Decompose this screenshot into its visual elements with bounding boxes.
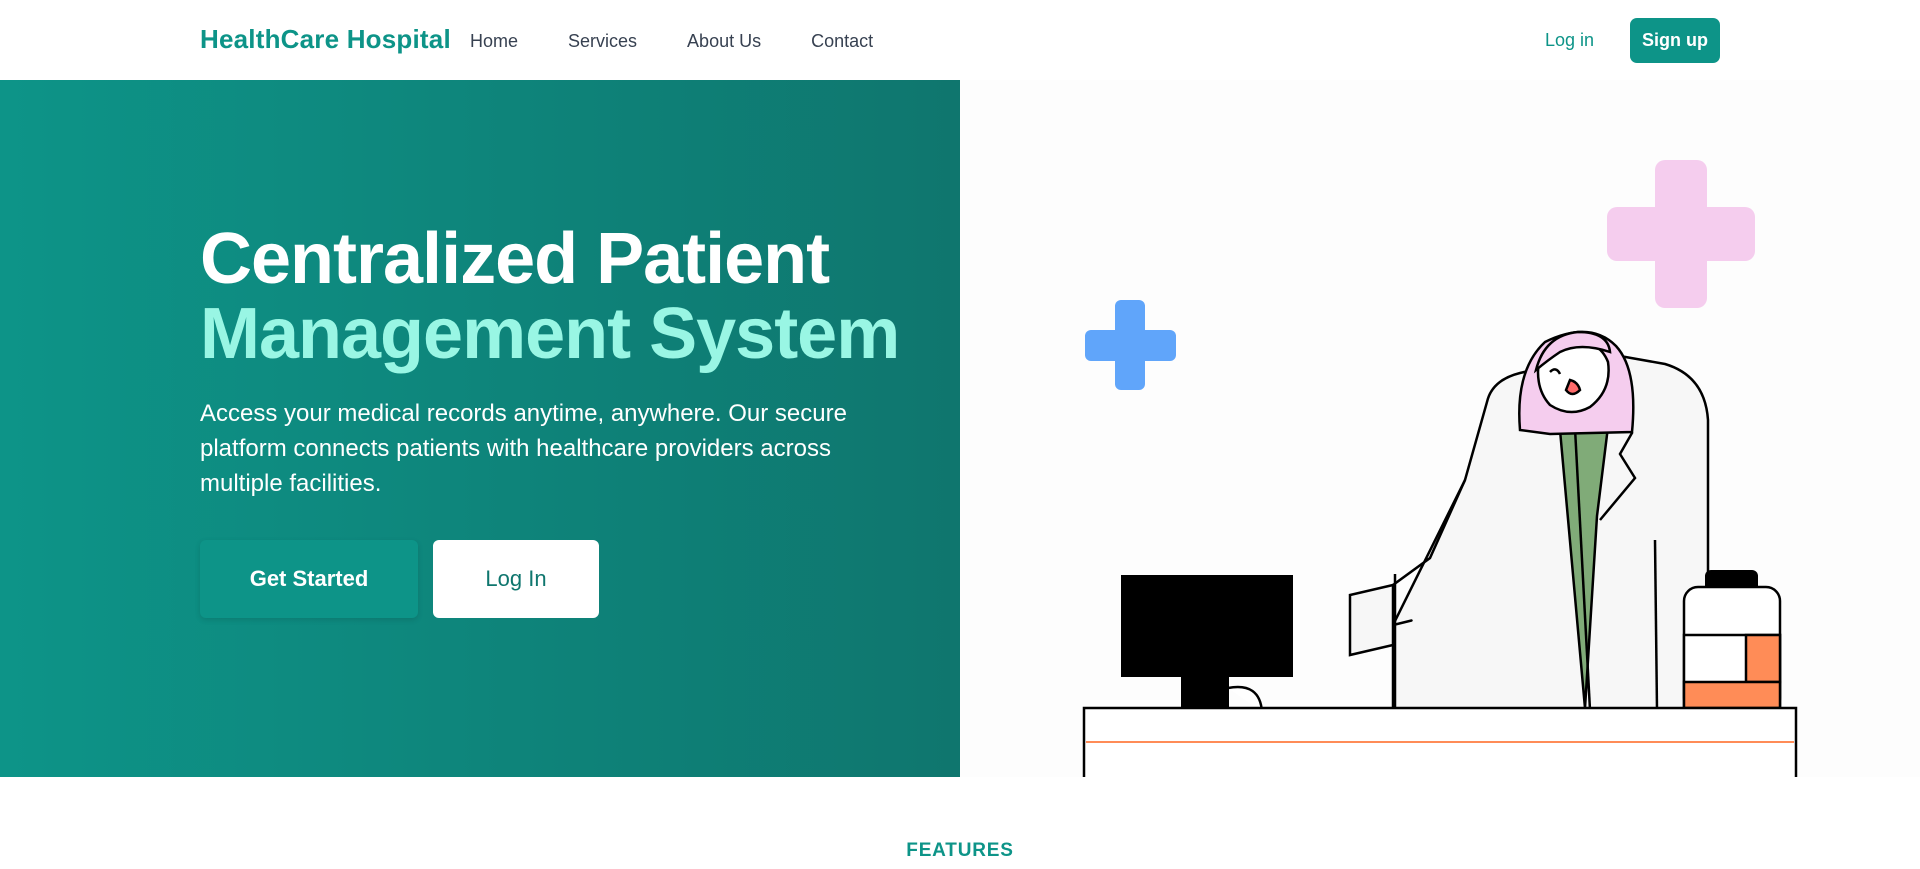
get-started-button[interactable]: Get Started (200, 540, 418, 618)
top-navbar: HealthCare Hospital Home Services About … (0, 0, 1920, 80)
hero-title-line1: Centralized Patient (200, 219, 830, 299)
login-link[interactable]: Log in (1545, 30, 1594, 51)
hero-title-line2: Management System (200, 294, 900, 374)
nav-link-services[interactable]: Services (568, 31, 637, 52)
pink-cross-icon (1607, 160, 1755, 308)
nav-link-about[interactable]: About Us (687, 31, 761, 52)
blue-cross-icon (1085, 300, 1176, 390)
nav-links: Home Services About Us Contact (470, 31, 923, 52)
doctor-illustration (1082, 160, 1798, 777)
medicine-bottle-icon (1682, 570, 1782, 714)
reception-desk (1082, 706, 1798, 777)
computer-monitor-icon (1121, 575, 1293, 713)
nav-link-home[interactable]: Home (470, 31, 518, 52)
hero-login-button[interactable]: Log In (433, 540, 599, 618)
nav-link-contact[interactable]: Contact (811, 31, 873, 52)
doctor-figure (1348, 330, 1710, 712)
brand-logo[interactable]: HealthCare Hospital (200, 24, 451, 55)
signup-button[interactable]: Sign up (1630, 18, 1720, 63)
hero-illustration-panel (960, 80, 1920, 777)
hero-section: Centralized Patient Management System Ac… (0, 80, 960, 777)
hero-description: Access your medical records anytime, any… (200, 400, 847, 497)
features-section-label: FEATURES (906, 840, 1014, 861)
